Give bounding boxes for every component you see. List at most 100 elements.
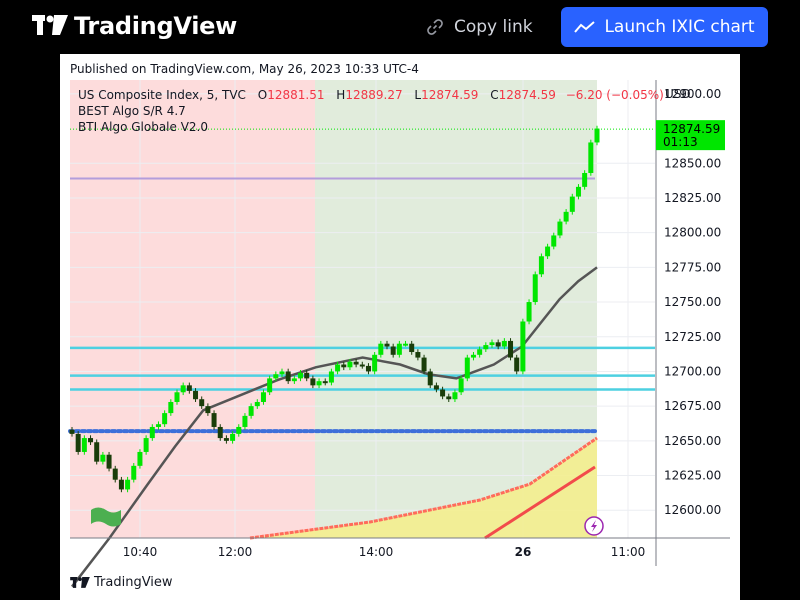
bar-countdown: 01:13 [663,135,698,149]
candle-body [94,442,100,462]
candle-body [310,378,316,386]
y-tick-label: 12725.00 [664,330,721,344]
candle-body [359,364,365,367]
top-bar: TradingView Copy link Launch IXIC chart [0,0,800,54]
candle-body [409,343,415,353]
candle-body [328,371,334,383]
trend-chart-icon [574,21,596,33]
tradingview-mark-icon [70,576,90,588]
footer-logo[interactable]: TradingView [70,575,173,590]
last-price-value: 12874.59 [663,122,720,136]
candle-body [69,429,75,434]
candle-body [433,385,439,390]
candle-body [137,451,143,466]
candle-body [81,438,87,452]
y-tick-label: 12825.00 [664,191,721,205]
price-chart[interactable]: USD12900.0012850.0012825.0012800.0012775… [60,54,740,600]
candle-body [551,235,557,247]
candle-body [118,479,124,490]
candle-body [88,438,94,443]
candle-body [532,274,538,303]
candle-body [347,361,353,368]
candle-body [205,406,211,414]
candle-body [440,389,446,397]
candle-body [545,246,551,257]
candle-body [501,340,507,347]
candle-body [75,433,81,452]
tradingview-mark-icon [32,15,68,35]
candle-body [149,426,155,439]
legend-indicator-1[interactable]: BEST Algo S/R 4.7 [78,103,664,119]
candle-body [557,221,563,236]
copy-link-label: Copy link [454,17,533,37]
candle-body [168,401,174,414]
legend-row-ohlc: US Composite Index, 5, TVC O12881.51 H12… [78,87,664,103]
candle-body [260,392,266,402]
x-tick-label: 26 [515,545,532,559]
candle-body [267,378,273,393]
candle-body [112,468,118,480]
candle-body [563,211,569,222]
candle-body [186,385,192,391]
candle-body [199,399,205,407]
chart-card: USD 12900.00 12850.00 12825.00 12800.00 12775… [60,54,740,600]
candle-body [131,465,137,480]
copy-link-button[interactable]: Copy link [426,14,533,40]
candle-body [236,426,242,434]
candle-body [384,343,390,347]
candle-body [248,406,254,416]
candle-body [100,454,106,462]
candle-body [526,302,532,322]
candle-body [514,357,520,372]
y-tick-label: 12675.00 [664,399,721,413]
candle-body [155,424,161,427]
candle-body [508,340,514,358]
tradingview-logo[interactable]: TradingView [32,12,237,40]
low-value: 12874.59 [421,88,479,102]
candle-body [372,354,378,372]
candle-body [298,372,304,379]
launch-chart-button[interactable]: Launch IXIC chart [561,7,768,47]
candle-body [538,256,544,275]
candle-body [230,433,236,441]
candle-body [291,378,297,382]
brand-name: TradingView [74,12,237,40]
y-tick-label: 12700.00 [664,364,721,378]
launch-chart-label: Launch IXIC chart [604,17,755,37]
candle-body [403,343,409,346]
candle-body [316,381,322,386]
candle-body [588,142,594,173]
candle-body [365,365,371,372]
candle-body [254,401,260,407]
candle-body [322,381,328,384]
change-value: −6.20 (−0.05%) [565,88,664,102]
candle-body [575,186,581,197]
candle-body [520,321,526,372]
candle-body [464,357,470,379]
candle-body [242,415,248,427]
chart-legend: US Composite Index, 5, TVC O12881.51 H12… [78,87,664,135]
y-tick-label: 12750.00 [664,295,721,309]
candle-body [452,392,458,400]
x-tick-label: 12:00 [218,545,253,559]
candle-body [285,371,291,382]
legend-symbol: US Composite Index, 5, TVC [78,88,246,102]
candle-body [304,372,310,379]
candle-body [378,343,384,355]
candle-body [483,345,489,350]
candle-body [335,364,341,372]
high-value: 12889.27 [345,88,403,102]
candle-body [458,378,464,393]
open-key: O [257,88,268,102]
y-tick-label: 12900.00 [664,87,721,101]
legend-indicator-2[interactable]: BTI Algo Globale V2.0 [78,119,664,135]
y-tick-label: 12625.00 [664,469,721,483]
candle-body [495,342,501,347]
y-tick-label: 12650.00 [664,434,721,448]
candle-body [211,413,217,427]
candle-body [125,479,131,490]
candle-body [162,413,168,425]
y-tick-label: 12600.00 [664,503,721,517]
candle-body [489,342,495,346]
candle-body [396,343,402,355]
